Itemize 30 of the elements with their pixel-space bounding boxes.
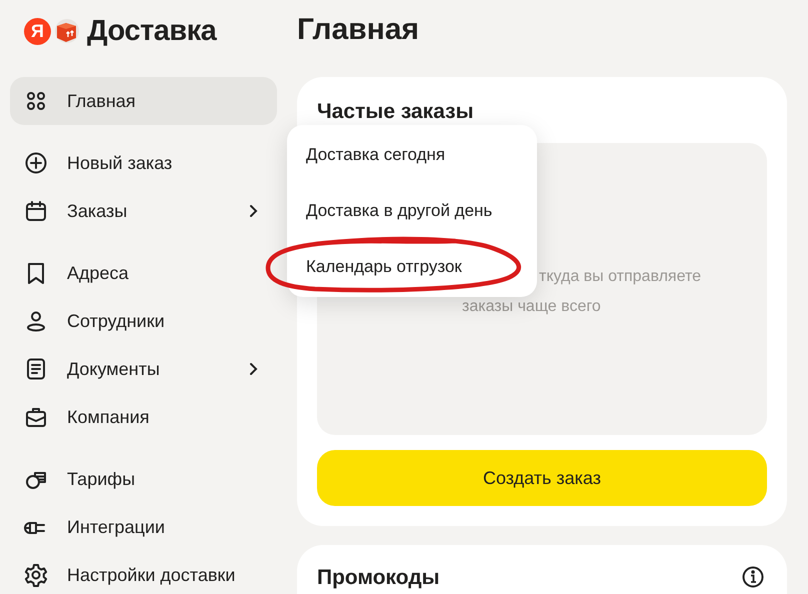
sidebar-item[interactable]: Компания (10, 393, 277, 441)
menu-item[interactable]: Календарь отгрузок (306, 257, 462, 277)
case-icon (24, 405, 48, 429)
grid-icon (24, 89, 48, 113)
sidebar-item[interactable]: Главная (10, 77, 277, 125)
sidebar-item[interactable]: Заказы (10, 187, 277, 235)
sidebar-item[interactable]: Тарифы (10, 455, 277, 503)
card-title: Частые заказы (317, 99, 475, 125)
doc-icon (24, 357, 48, 381)
card-title: Промокоды (317, 565, 440, 591)
menu-item[interactable]: Доставка сегодня (306, 145, 446, 165)
calendar-icon (24, 199, 48, 223)
sidebar-item[interactable]: Настройки доставки (10, 551, 277, 594)
sidebar-item[interactable]: Документы (10, 345, 277, 393)
sidebar-item[interactable]: Адреса (10, 249, 277, 297)
gear-icon (24, 563, 48, 587)
hint-text: ткуда вы отправляете (539, 267, 701, 287)
box-icon (54, 18, 80, 44)
sidebar-item[interactable]: Сотрудники (10, 297, 277, 345)
sidebar-item[interactable]: Новый заказ (10, 139, 277, 187)
hint-text: заказы чаще всего (462, 297, 601, 317)
info-icon[interactable] (742, 566, 764, 588)
logo-mark: Я (24, 18, 51, 44)
menu-item[interactable]: Доставка в другой день (306, 201, 492, 221)
sidebar-item[interactable]: Интеграции (10, 503, 277, 551)
plus-icon (24, 151, 48, 175)
create-order-button[interactable]: Создать заказ (317, 450, 767, 506)
brand-name: Доставка (87, 14, 216, 48)
person-icon (24, 309, 48, 333)
page-title: Главная (297, 12, 420, 48)
